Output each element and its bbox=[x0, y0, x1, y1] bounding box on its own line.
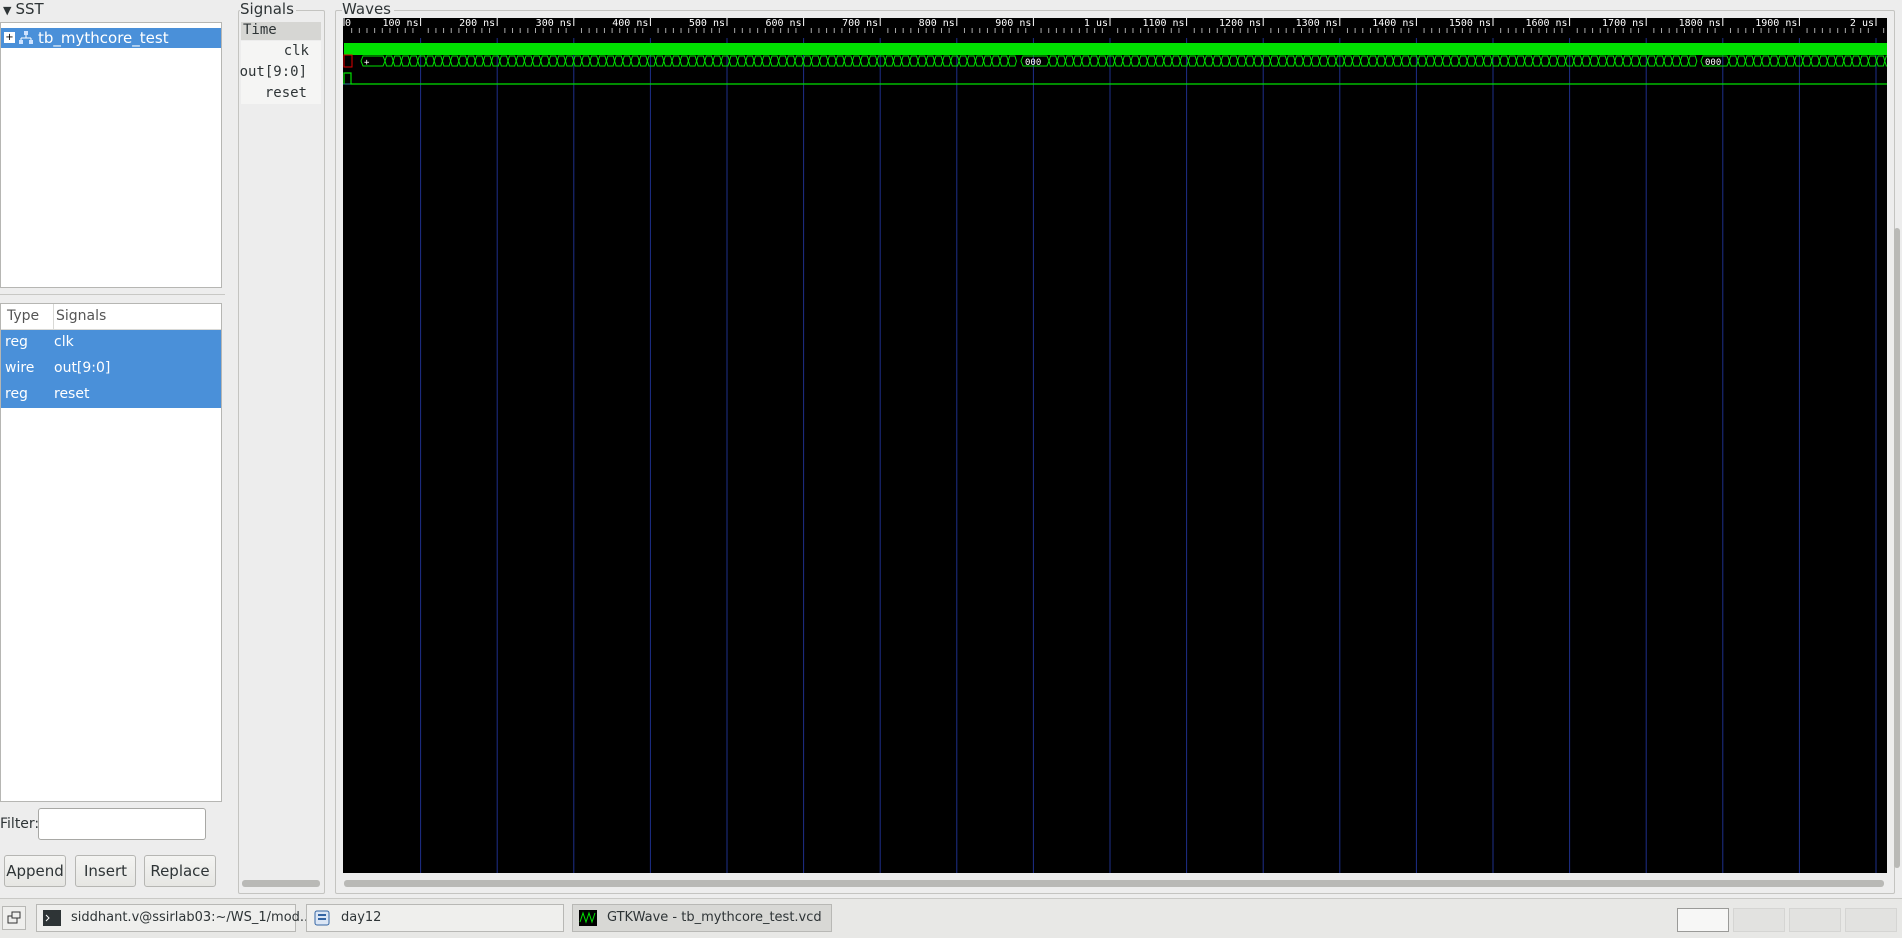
waves-title: Waves bbox=[342, 0, 394, 18]
collapse-triangle-icon[interactable]: ▼ bbox=[3, 4, 11, 17]
table-row[interactable]: wire out[9:0] bbox=[1, 356, 221, 382]
wave-display[interactable]: 0 100 ns 200 ns 300 ns 400 ns 500 ns 600 ns 700… bbox=[343, 18, 1887, 873]
row-type: reg bbox=[5, 334, 28, 350]
timeline-label: 700 ns bbox=[842, 18, 878, 29]
signals-horizontal-scrollbar[interactable] bbox=[242, 880, 320, 887]
timeline-label: 800 ns bbox=[919, 18, 955, 29]
row-signal: out[9:0] bbox=[54, 360, 111, 376]
sst-tree-view[interactable]: + tb_mythcore_test bbox=[0, 22, 222, 288]
row-type: reg bbox=[5, 386, 28, 402]
sst-title: SST bbox=[15, 0, 44, 18]
type-column-header[interactable]: Type bbox=[7, 308, 39, 324]
filter-input[interactable] bbox=[38, 808, 206, 840]
sst-header[interactable]: ▼ SST bbox=[0, 0, 225, 18]
out-bus-waveform bbox=[360, 55, 1887, 67]
signal-name-row[interactable]: out[9:0] bbox=[239, 62, 321, 83]
signal-name-out: out[9:0] bbox=[239, 64, 307, 80]
signal-name-row[interactable]: clk bbox=[241, 41, 321, 62]
timeline-label: 1700 ns bbox=[1602, 18, 1644, 29]
filter-label: Filter: bbox=[0, 816, 40, 832]
window-list-icon bbox=[7, 911, 21, 924]
table-row[interactable]: reg reset bbox=[1, 382, 221, 408]
timeline-label: 400 ns bbox=[612, 18, 648, 29]
workspace-3[interactable] bbox=[1789, 908, 1841, 932]
row-signal: reset bbox=[54, 386, 90, 402]
pane-splitter[interactable] bbox=[0, 294, 225, 299]
tree-item-label: tb_mythcore_test bbox=[38, 29, 169, 47]
signals-column-header[interactable]: Signals bbox=[53, 304, 106, 329]
timeline-label: 1900 ns bbox=[1755, 18, 1797, 29]
signal-type-table[interactable]: Type Signals reg clk wire out[9:0] reg r… bbox=[0, 303, 222, 802]
terminal-icon bbox=[43, 910, 61, 926]
timeline-label: 1300 ns bbox=[1296, 18, 1338, 29]
taskbar-item-day12[interactable]: day12 bbox=[306, 904, 564, 932]
timeline-label: 0 bbox=[345, 18, 351, 29]
gtkwave-icon bbox=[579, 910, 597, 926]
workspace-2[interactable] bbox=[1733, 908, 1785, 932]
reset-waveform bbox=[343, 72, 1887, 85]
table-header: Type Signals bbox=[1, 304, 221, 330]
expand-icon[interactable]: + bbox=[4, 32, 15, 43]
out-unknown-segment bbox=[343, 54, 353, 68]
signal-name-row[interactable]: reset bbox=[241, 83, 321, 104]
clk-waveform bbox=[344, 43, 1887, 55]
timeline-label: 500 ns bbox=[689, 18, 725, 29]
row-signal: clk bbox=[54, 334, 74, 350]
timeline-label: 1500 ns bbox=[1449, 18, 1491, 29]
folder-icon bbox=[314, 910, 330, 926]
taskbar-item-gtkwave[interactable]: GTKWave - tb_mythcore_test.vcd bbox=[572, 904, 832, 932]
replace-button[interactable]: Replace bbox=[144, 855, 216, 887]
append-button[interactable]: Append bbox=[4, 855, 66, 887]
taskbar-item-terminal[interactable]: siddhant.v@ssirlab03:~/WS_1/mod... bbox=[36, 904, 312, 932]
taskbar-label: siddhant.v@ssirlab03:~/WS_1/mod... bbox=[71, 910, 313, 925]
taskbar-label: day12 bbox=[341, 910, 382, 925]
signals-frame bbox=[238, 10, 325, 894]
show-desktop-button[interactable] bbox=[2, 906, 26, 930]
timeline-label: 200 ns bbox=[459, 18, 495, 29]
waves-horizontal-scrollbar[interactable] bbox=[344, 880, 1884, 887]
row-type: wire bbox=[5, 360, 35, 376]
timeline-label: 1 us bbox=[1084, 18, 1108, 29]
timeline-label: 100 ns bbox=[382, 18, 418, 29]
waveform-canvas[interactable]: 0 100 ns 200 ns 300 ns 400 ns 500 ns 600 ns 700… bbox=[343, 18, 1887, 873]
signal-name-clk: clk bbox=[283, 43, 309, 59]
timeline-label: 1100 ns bbox=[1142, 18, 1184, 29]
timeline-label: 600 ns bbox=[765, 18, 801, 29]
signal-name-reset: reset bbox=[264, 85, 307, 101]
timeline-label: 1800 ns bbox=[1679, 18, 1721, 29]
timeline-label: 2 us bbox=[1850, 18, 1874, 29]
hierarchy-icon bbox=[19, 31, 33, 44]
timeline-label: 300 ns bbox=[536, 18, 572, 29]
timeline-label: 1400 ns bbox=[1372, 18, 1414, 29]
waves-vertical-scrollbar[interactable] bbox=[1894, 228, 1900, 868]
signals-title: Signals bbox=[240, 0, 296, 18]
timeline-label: 1600 ns bbox=[1525, 18, 1567, 29]
insert-button[interactable]: Insert bbox=[75, 855, 136, 887]
time-label: Time bbox=[241, 22, 321, 40]
timeline-label: 900 ns bbox=[995, 18, 1031, 29]
workspace-4[interactable] bbox=[1845, 908, 1897, 932]
timeline-label: 1200 ns bbox=[1219, 18, 1261, 29]
table-row[interactable]: reg clk bbox=[1, 330, 221, 356]
tree-item-tb-mythcore-test[interactable]: + tb_mythcore_test bbox=[1, 28, 221, 48]
workspace-1[interactable] bbox=[1677, 908, 1729, 932]
taskbar-label: GTKWave - tb_mythcore_test.vcd bbox=[607, 910, 822, 925]
